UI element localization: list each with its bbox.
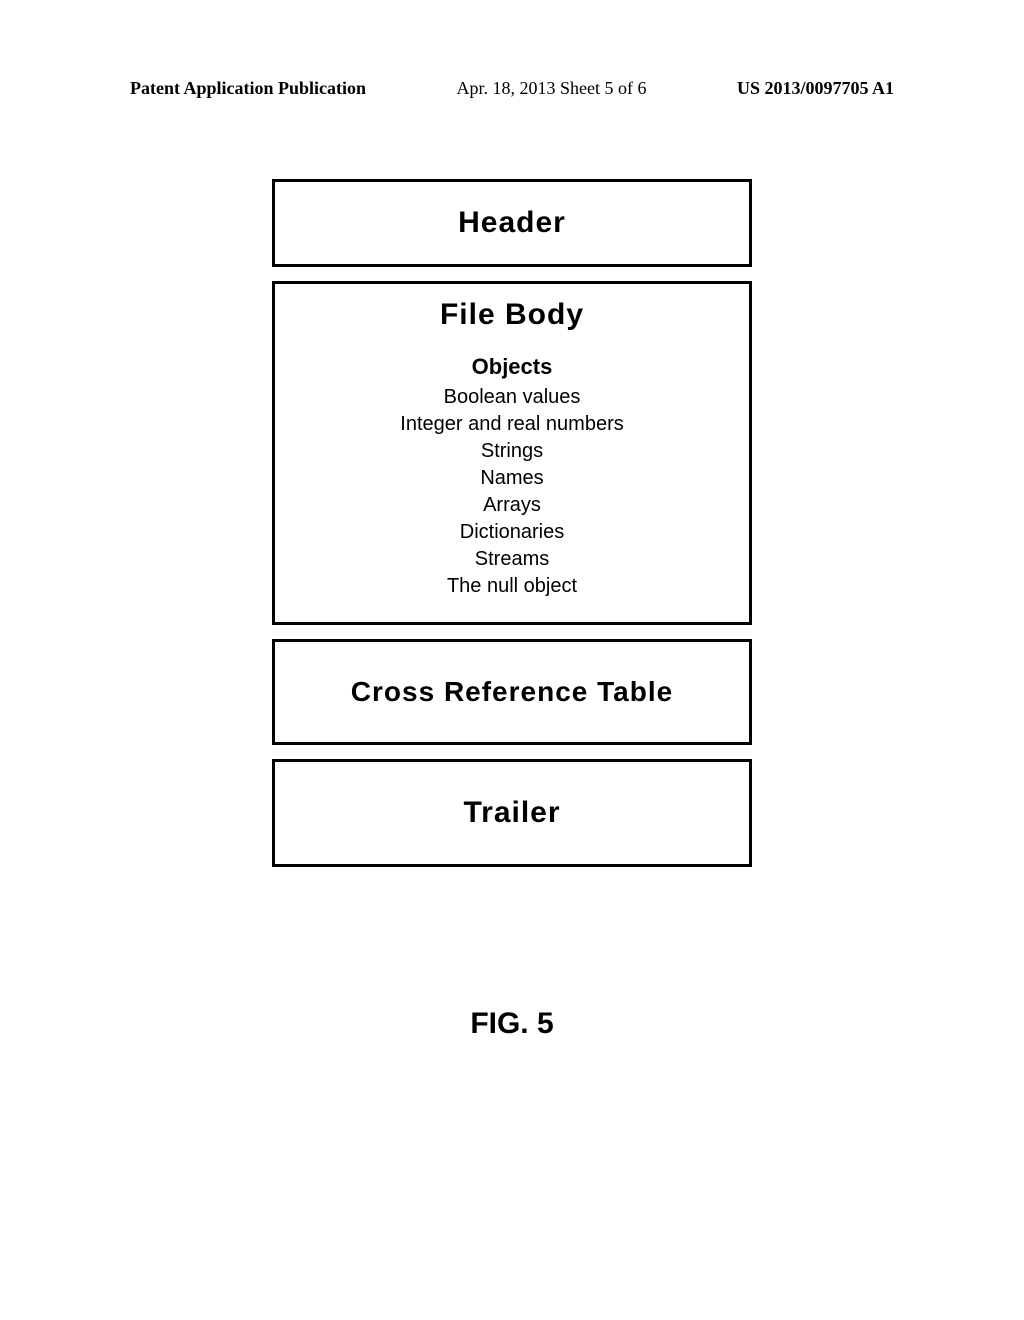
page-header: Patent Application Publication Apr. 18, … — [0, 0, 1024, 99]
object-item: Strings — [285, 438, 739, 465]
object-item: Boolean values — [285, 384, 739, 411]
header-box-title: Header — [285, 206, 739, 240]
object-item: Integer and real numbers — [285, 411, 739, 438]
header-box: Header — [272, 179, 752, 267]
trailer-box: Trailer — [272, 759, 752, 867]
figure-caption: FIG. 5 — [0, 1007, 1024, 1041]
file-structure-diagram: Header File Body Objects Boolean values … — [272, 179, 752, 867]
object-item: The null object — [285, 573, 739, 600]
header-right: US 2013/0097705 A1 — [737, 78, 894, 99]
header-left: Patent Application Publication — [130, 78, 366, 99]
trailer-title: Trailer — [285, 796, 739, 830]
cross-reference-title: Cross Reference Table — [285, 676, 739, 708]
object-item: Arrays — [285, 492, 739, 519]
cross-reference-box: Cross Reference Table — [272, 639, 752, 745]
objects-title: Objects — [285, 354, 739, 380]
objects-list: Boolean values Integer and real numbers … — [285, 384, 739, 600]
file-body-title: File Body — [285, 298, 739, 332]
file-body-box: File Body Objects Boolean values Integer… — [272, 281, 752, 625]
object-item: Dictionaries — [285, 519, 739, 546]
object-item: Streams — [285, 546, 739, 573]
object-item: Names — [285, 465, 739, 492]
header-center: Apr. 18, 2013 Sheet 5 of 6 — [457, 78, 647, 99]
